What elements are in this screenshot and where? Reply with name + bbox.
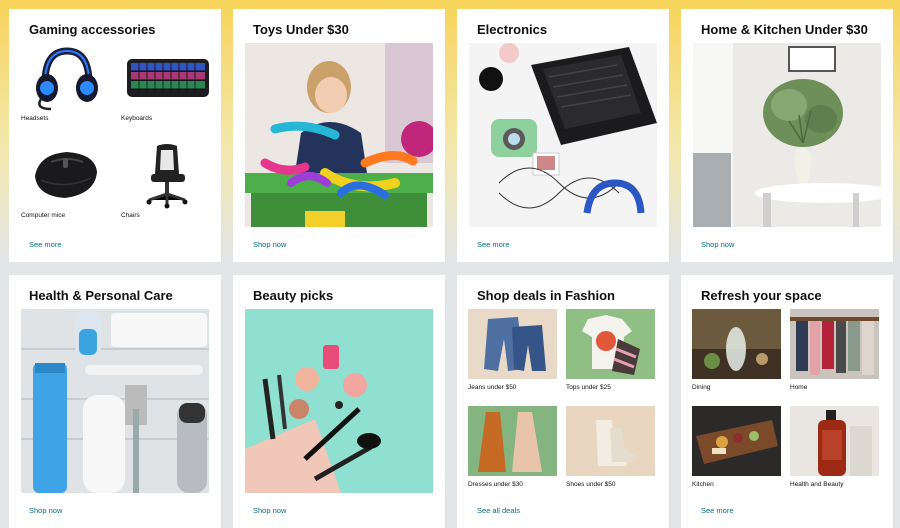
shop-now-link[interactable]: Shop now <box>701 240 734 249</box>
grid-item-dresses[interactable]: Dresses under $30 <box>468 406 557 488</box>
grid-item-label: Health and Beauty <box>790 481 844 488</box>
grid-item-label: Keyboards <box>121 115 153 122</box>
card-electronics: Electronics See more <box>457 9 669 262</box>
grid-item-keyboards[interactable]: Keyboards <box>121 43 213 122</box>
toys-hero-image[interactable] <box>245 43 433 227</box>
grid-item-label: Computer mice <box>21 212 66 219</box>
grid-item-home[interactable]: Home <box>790 309 879 391</box>
grid-item-health-and-beauty[interactable]: Health and Beauty <box>790 406 879 488</box>
gaming-chair-icon <box>121 140 213 210</box>
see-more-link[interactable]: See more <box>29 240 62 249</box>
see-more-link[interactable]: See more <box>701 506 734 515</box>
card-gaming-accessories: Gaming accessories Headsets Keyboards Co… <box>9 9 221 262</box>
card-home-kitchen-under-30: Home & Kitchen Under $30 Shop now <box>681 9 893 262</box>
card-title: Health & Personal Care <box>29 288 173 303</box>
card-title: Gaming accessories <box>29 22 156 37</box>
grid-item-label: Home <box>790 384 808 391</box>
tops-image <box>566 309 655 379</box>
shoes-image <box>566 406 655 476</box>
card-title: Beauty picks <box>253 288 334 303</box>
health-and-beauty-image <box>790 406 879 476</box>
grid-item-label: Tops under $25 <box>566 384 611 391</box>
home-image <box>790 309 879 379</box>
grid-item-tops[interactable]: Tops under $25 <box>566 309 655 391</box>
headset-icon <box>21 43 113 113</box>
see-more-link[interactable]: See more <box>477 240 510 249</box>
card-toys-under-30: Toys Under $30 Shop now <box>233 9 445 262</box>
grid-item-label: Chairs <box>121 212 140 219</box>
personal-care-products-image <box>21 309 209 493</box>
card-refresh-your-space: Refresh your space Dining Home Kitchen H… <box>681 275 893 528</box>
see-all-deals-link[interactable]: See all deals <box>477 506 520 515</box>
grid-item-label: Shoes under $50 <box>566 481 616 488</box>
keyboard-icon <box>121 43 213 113</box>
grid-item-dining[interactable]: Dining <box>692 309 781 391</box>
grid-item-headsets[interactable]: Headsets <box>21 43 113 122</box>
child-with-pop-tubes-image <box>245 43 433 227</box>
grid-item-label: Jeans under $50 <box>468 384 517 391</box>
shop-now-link[interactable]: Shop now <box>29 506 62 515</box>
home-kitchen-hero-image[interactable] <box>693 43 881 227</box>
card-title: Shop deals in Fashion <box>477 288 615 303</box>
health-hero-image[interactable] <box>21 309 209 493</box>
mouse-icon <box>21 140 113 210</box>
grid-item-computer-mice[interactable]: Computer mice <box>21 140 113 219</box>
makeup-flatlay-image <box>245 309 433 493</box>
shop-now-link[interactable]: Shop now <box>253 506 286 515</box>
grid-item-label: Dresses under $30 <box>468 481 523 488</box>
vase-with-plant-image <box>693 43 881 227</box>
grid-item-chairs[interactable]: Chairs <box>121 140 213 219</box>
grid-item-kitchen[interactable]: Kitchen <box>692 406 781 488</box>
kitchen-image <box>692 406 781 476</box>
grid-item-jeans[interactable]: Jeans under $50 <box>468 309 557 391</box>
grid-item-label: Dining <box>692 384 711 391</box>
electronics-hero-image[interactable] <box>469 43 657 227</box>
card-title: Refresh your space <box>701 288 822 303</box>
card-health-personal-care: Health & Personal Care Shop now <box>9 275 221 528</box>
card-title: Electronics <box>477 22 548 37</box>
card-beauty-picks: Beauty picks Shop now <box>233 275 445 528</box>
card-shop-deals-fashion: Shop deals in Fashion Jeans under $50 To… <box>457 275 669 528</box>
card-title: Home & Kitchen Under $30 <box>701 22 868 37</box>
dining-image <box>692 309 781 379</box>
grid-item-label: Headsets <box>21 115 49 122</box>
card-title: Toys Under $30 <box>253 22 349 37</box>
laptop-camera-flatlay-image <box>469 43 657 227</box>
shop-now-link[interactable]: Shop now <box>253 240 286 249</box>
jeans-image <box>468 309 557 379</box>
grid-item-shoes[interactable]: Shoes under $50 <box>566 406 655 488</box>
dresses-image <box>468 406 557 476</box>
beauty-hero-image[interactable] <box>245 309 433 493</box>
grid-item-label: Kitchen <box>692 481 714 488</box>
